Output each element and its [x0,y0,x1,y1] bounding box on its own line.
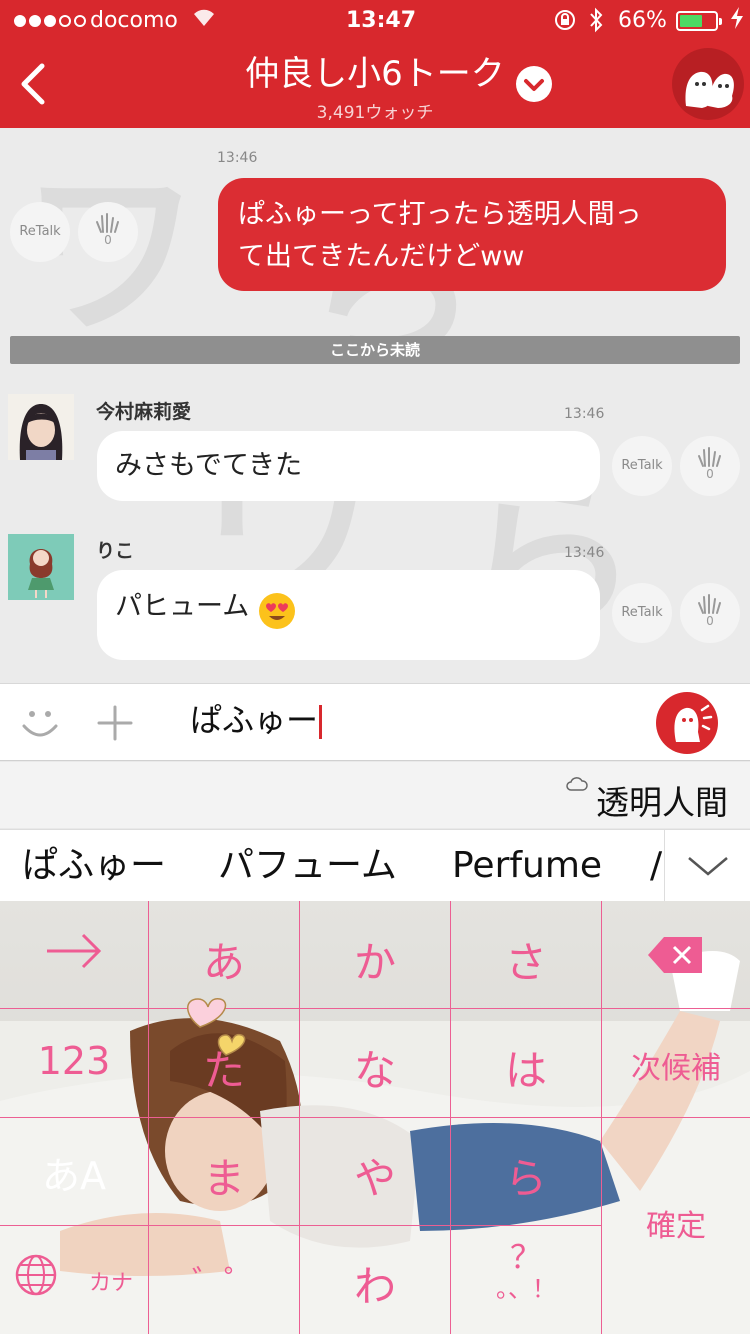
message-text: みさもでてきた [115,450,303,481]
status-bar: docomo 13:47 66% [0,0,750,40]
key-na[interactable]: な [300,1037,450,1098]
battery-percent: 66% [618,8,667,33]
message-time: 13:46 [564,545,605,561]
emoji-icon[interactable] [20,704,60,746]
punctuation-key[interactable]: ？ 。、！ [451,1241,601,1305]
chat-area[interactable]: ワ ら ら ワ 13:46 ReTalk 0 ぱふゅーって打ったら透明人間っ て… [0,128,750,683]
send-button[interactable] [656,692,718,754]
clap-button[interactable]: 0 [78,202,138,262]
key-ka[interactable]: か [300,929,450,990]
message-text-line: ぱふゅーって打ったら透明人間っ [238,199,642,230]
clock: 13:47 [346,8,417,33]
message-input-bar: ぱふゅー [0,683,750,761]
charging-icon [730,6,744,37]
incoming-message[interactable]: みさもでてきた [97,431,600,501]
wifi-icon [192,6,216,35]
avatar[interactable] [8,394,74,460]
clap-count: 0 [706,614,714,628]
retalk-button[interactable]: ReTalk [612,583,672,643]
dakuten-key[interactable]: ゛゜ [149,1257,299,1303]
globe-icon[interactable] [14,1253,58,1307]
sender-name: 今村麻莉愛 [96,401,192,423]
unread-divider: ここから未読 [10,336,740,364]
key-grid-line [0,1008,750,1009]
cursor-right-key[interactable] [0,921,148,991]
clap-button[interactable]: 0 [680,583,740,643]
confirm-key[interactable]: 確定 [602,1201,750,1245]
key-ra[interactable]: ら [451,1145,601,1206]
clap-icon [96,213,119,233]
message-time: 13:46 [217,150,258,166]
candidate-item[interactable]: パフューム [218,844,397,888]
cloud-icon [566,776,588,796]
heart-eyes-emoji-icon [258,585,296,629]
chevron-down-icon[interactable] [516,66,552,102]
key-a[interactable]: あ [149,929,299,990]
message-time: 13:46 [564,406,605,422]
backspace-key[interactable] [602,935,750,985]
input-mode-key[interactable]: あA [0,1145,148,1200]
carrier-label: docomo [90,8,178,33]
cloud-prediction-bar: 透明人間 [0,762,750,828]
clap-count: 0 [706,467,714,481]
message-text: パヒューム [115,591,250,622]
candidate-item[interactable]: Perfume [452,844,602,888]
key-wa[interactable]: わ [300,1253,450,1314]
heart-decoration-icon [178,993,258,1067]
app-header: docomo 13:47 66% 仲良し小6トーク 3,491ウォッチ [0,0,750,128]
clap-count: 0 [104,233,112,247]
punctuation-top: ？ [509,1238,542,1276]
candidate-item[interactable]: / [650,844,664,888]
numbers-key[interactable]: 123 [0,1039,148,1083]
clap-icon [698,447,721,467]
rotation-lock-icon [554,9,576,38]
text-caret [319,705,323,739]
kana-key[interactable]: カナ [74,1265,148,1297]
bluetooth-icon [588,7,604,40]
arrow-right-icon [47,933,102,969]
chevron-down-icon [688,857,728,876]
retalk-button[interactable]: ReTalk [10,202,70,262]
incoming-message[interactable]: パヒューム [97,570,600,660]
message-input[interactable]: ぱふゅー [190,700,323,740]
key-ha[interactable]: は [451,1037,601,1098]
candidate-bar: ぱふゅー パフューム Perfume / [0,829,750,902]
battery-icon [676,11,722,31]
mascot-menu-button[interactable] [672,48,744,120]
next-candidate-key[interactable]: 次候補 [602,1043,750,1087]
avatar[interactable] [8,534,74,600]
key-grid-line [0,1225,601,1226]
flick-keyboard: あ か さ 123 た な は 次候補 あA ま や ら 確定 カナ ゛゜ わ … [0,901,750,1334]
sender-name: りこ [96,540,135,562]
back-button[interactable] [10,58,58,110]
punctuation-bottom: 。、！ [496,1275,556,1303]
key-sa[interactable]: さ [451,929,601,990]
key-ya[interactable]: や [300,1145,450,1206]
candidate-item[interactable]: ぱふゅー [22,844,166,888]
plus-icon[interactable] [96,704,134,746]
clap-icon [698,594,721,614]
key-grid-line [0,1117,750,1118]
message-text-line: て出てきたんだけどww [238,241,525,272]
message-input-value: ぱふゅー [190,701,319,739]
backspace-icon [648,937,702,973]
outgoing-message[interactable]: ぱふゅーって打ったら透明人間っ て出てきたんだけどww [218,178,726,291]
expand-candidates-button[interactable] [664,830,750,902]
clap-button[interactable]: 0 [680,436,740,496]
key-ma[interactable]: ま [149,1145,299,1206]
retalk-button[interactable]: ReTalk [612,436,672,496]
signal-strength [14,8,89,34]
cloud-candidate[interactable]: 透明人間 [596,776,728,824]
